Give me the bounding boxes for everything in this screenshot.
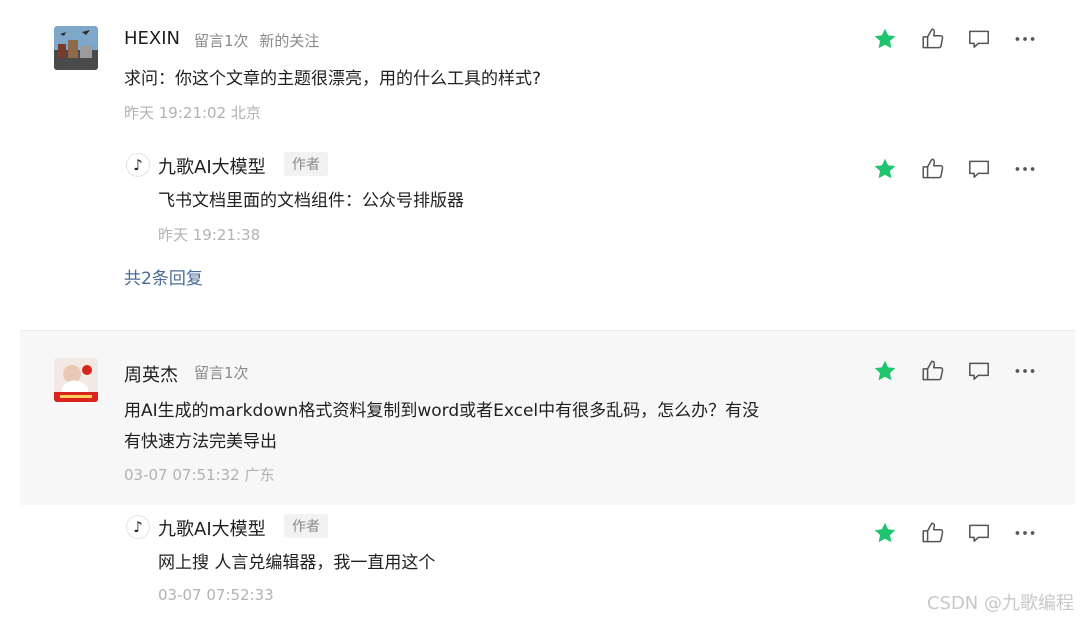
more-button[interactable] (1012, 520, 1038, 546)
star-button[interactable] (872, 520, 898, 546)
more-button[interactable] (1012, 26, 1038, 52)
badge-comment-count: 留言1次 (194, 364, 249, 382)
thumbs-up-icon (922, 28, 944, 49)
star-icon (874, 360, 896, 381)
comment-time: 03-07 07:51:32 广东 (124, 466, 275, 484)
comment-time: 昨天 19:21:02 北京 (124, 104, 261, 122)
star-icon (874, 28, 896, 49)
thumbs-up-icon (922, 522, 944, 543)
comment-content: 用AI生成的markdown格式资料复制到word或者Excel中有很多乱码，怎… (124, 396, 844, 458)
avatar-image (54, 358, 98, 402)
comment-actions (872, 26, 1042, 52)
user-badges: 留言1次 (194, 362, 255, 383)
comment-2: 周英杰 留言1次 用AI生成的markdown格式资料复制到word或者Exce… (0, 330, 1080, 623)
more-button[interactable] (1012, 156, 1038, 182)
star-button[interactable] (872, 358, 898, 384)
comment-content-line-2: 有快速方法完美导出 (124, 432, 277, 452)
comment-icon (969, 160, 989, 178)
more-button[interactable] (1012, 358, 1038, 384)
reply-user-name[interactable]: 九歌AI大模型 (158, 515, 266, 541)
avatar[interactable] (54, 358, 98, 402)
reply-button[interactable] (966, 358, 992, 384)
author-avatar-icon[interactable]: ♪ (126, 153, 150, 177)
avatar-image (54, 26, 98, 70)
comment-user-name[interactable]: 周英杰 (124, 361, 178, 387)
author-tag: 作者 (284, 514, 328, 538)
reply-button[interactable] (966, 520, 992, 546)
like-button[interactable] (920, 520, 946, 546)
more-replies-link[interactable]: 共2条回复 (124, 264, 203, 289)
star-icon (874, 158, 896, 179)
comment-content-line-1: 用AI生成的markdown格式资料复制到word或者Excel中有很多乱码，怎… (124, 401, 760, 421)
star-button[interactable] (872, 156, 898, 182)
reply-button[interactable] (966, 156, 992, 182)
reply-content: 飞书文档里面的文档组件：公众号排版器 (158, 191, 464, 211)
user-badges: 留言1次 新的关注 (194, 30, 325, 51)
like-button[interactable] (920, 26, 946, 52)
thumbs-up-icon (922, 158, 944, 179)
like-button[interactable] (920, 358, 946, 384)
author-tag: 作者 (284, 152, 328, 176)
reply-time: 03-07 07:52:33 (158, 586, 274, 604)
more-icon (1015, 369, 1035, 373)
avatar[interactable] (54, 26, 98, 70)
reply-actions (872, 156, 1042, 182)
more-icon (1015, 167, 1035, 171)
more-icon (1015, 531, 1035, 535)
comment-icon (969, 362, 989, 380)
author-avatar-icon[interactable]: ♪ (126, 515, 150, 539)
star-icon (874, 522, 896, 543)
thumbs-up-icon (922, 360, 944, 381)
watermark: CSDN @九歌编程 (926, 593, 1074, 614)
reply-user-name[interactable]: 九歌AI大模型 (158, 153, 266, 179)
reply-button[interactable] (966, 26, 992, 52)
comment-content: 求问：你这个文章的主题很漂亮，用的什么工具的样式? (124, 69, 542, 89)
comment-icon (969, 30, 989, 48)
badge-new-follow: 新的关注 (259, 32, 320, 50)
reply-time: 昨天 19:21:38 (158, 226, 261, 244)
reply-actions (872, 520, 1042, 546)
like-button[interactable] (920, 156, 946, 182)
comment-icon (969, 524, 989, 542)
star-button[interactable] (872, 26, 898, 52)
comment-actions (872, 358, 1042, 384)
comment-1: HEXIN 留言1次 新的关注 求问：你这个文章的主题很漂亮，用的什么工具的样式… (0, 0, 1080, 330)
more-icon (1015, 37, 1035, 41)
badge-comment-count: 留言1次 (194, 32, 249, 50)
comment-user-name[interactable]: HEXIN (124, 28, 180, 49)
reply-content: 网上搜 人言兑编辑器，我一直用这个 (158, 553, 436, 573)
